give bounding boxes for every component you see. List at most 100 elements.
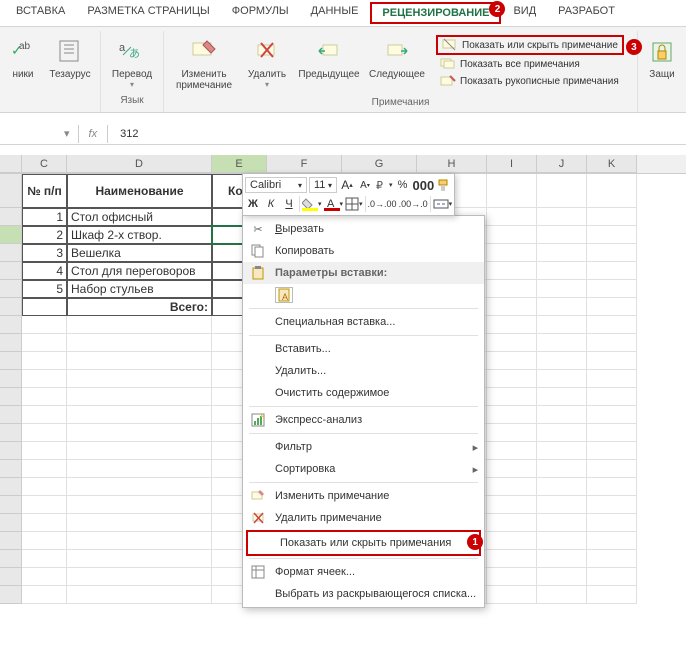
- cell-empty[interactable]: [67, 316, 212, 334]
- row-header-empty[interactable]: [0, 442, 22, 460]
- mini-percent[interactable]: %: [395, 176, 411, 194]
- cell-empty[interactable]: [487, 586, 537, 604]
- cell-d5[interactable]: Стол для переговоров: [67, 262, 212, 280]
- mini-thousands[interactable]: 000: [413, 176, 435, 194]
- show-hide-comment-button[interactable]: Показать или скрыть примечание: [436, 35, 624, 55]
- header-num[interactable]: № п/п: [22, 174, 67, 208]
- cell-empty[interactable]: [487, 514, 537, 532]
- row-header-empty[interactable]: [0, 514, 22, 532]
- cell-empty[interactable]: [587, 352, 637, 370]
- ctx-clear[interactable]: Очистить содержимое: [243, 382, 484, 404]
- cell-empty[interactable]: [22, 406, 67, 424]
- col-header-e[interactable]: E: [212, 155, 267, 173]
- cell-d6[interactable]: Набор стульев: [67, 280, 212, 298]
- tab-view[interactable]: ВИД: [503, 2, 546, 24]
- cell-empty[interactable]: [587, 586, 637, 604]
- row-header-empty[interactable]: [0, 370, 22, 388]
- cell-empty[interactable]: [67, 370, 212, 388]
- cell-empty[interactable]: [587, 568, 637, 586]
- row-header-1[interactable]: [0, 174, 22, 208]
- cell-empty[interactable]: [537, 442, 587, 460]
- cell-empty[interactable]: [537, 316, 587, 334]
- cell-empty[interactable]: [67, 586, 212, 604]
- cell-empty[interactable]: [67, 442, 212, 460]
- cell-empty[interactable]: [487, 388, 537, 406]
- cell-empty[interactable]: [587, 532, 637, 550]
- header-name[interactable]: Наименование: [67, 174, 212, 208]
- mini-size-combo[interactable]: 11▾: [309, 177, 337, 193]
- cell-empty[interactable]: [537, 550, 587, 568]
- cell-empty[interactable]: [22, 442, 67, 460]
- cell-empty[interactable]: [67, 460, 212, 478]
- show-ink-button[interactable]: Показать рукописные примечания: [436, 73, 624, 89]
- tab-formulas[interactable]: ФОРМУЛЫ: [222, 2, 299, 24]
- cell-empty[interactable]: [487, 568, 537, 586]
- cell-empty[interactable]: [487, 532, 537, 550]
- mini-underline[interactable]: Ч: [281, 195, 297, 213]
- cell-empty[interactable]: [67, 424, 212, 442]
- row-header-empty[interactable]: [0, 478, 22, 496]
- cell-empty[interactable]: [587, 478, 637, 496]
- cell-d2[interactable]: Стол офисный: [67, 208, 212, 226]
- mini-grow-font[interactable]: A▴: [339, 176, 355, 194]
- col-header-g[interactable]: G: [342, 155, 417, 173]
- mini-merge[interactable]: ▾: [433, 195, 453, 213]
- tab-insert[interactable]: ВСТАВКА: [6, 2, 75, 24]
- row-header-empty[interactable]: [0, 388, 22, 406]
- cell-empty[interactable]: [487, 316, 537, 334]
- cell-empty[interactable]: [587, 406, 637, 424]
- cell-empty[interactable]: [67, 406, 212, 424]
- fx-button[interactable]: fx: [83, 128, 104, 140]
- mini-font-combo[interactable]: Calibri▾: [245, 177, 307, 193]
- cell-empty[interactable]: [22, 568, 67, 586]
- row-header-empty[interactable]: [0, 496, 22, 514]
- col-header-k[interactable]: K: [587, 155, 637, 173]
- cell-empty[interactable]: [22, 550, 67, 568]
- spellcheck-button[interactable]: ✓ab ники: [6, 33, 40, 82]
- cell-empty[interactable]: [67, 352, 212, 370]
- row-header-7[interactable]: [0, 298, 22, 316]
- cell-empty[interactable]: [537, 352, 587, 370]
- col-header-h[interactable]: H: [417, 155, 487, 173]
- cell-empty[interactable]: [67, 496, 212, 514]
- cell-empty[interactable]: [22, 514, 67, 532]
- mini-bold[interactable]: Ж: [245, 195, 261, 213]
- col-header-d[interactable]: D: [67, 155, 212, 173]
- mini-borders[interactable]: ▾: [345, 195, 363, 213]
- previous-comment-button[interactable]: Предыдущее: [296, 33, 362, 93]
- cell-empty[interactable]: [537, 514, 587, 532]
- row-header-5[interactable]: [0, 262, 22, 280]
- cell-empty[interactable]: [537, 334, 587, 352]
- cell-empty[interactable]: [587, 316, 637, 334]
- cell-empty[interactable]: [487, 550, 537, 568]
- cell-empty[interactable]: [537, 460, 587, 478]
- cell-empty[interactable]: [587, 424, 637, 442]
- cell-empty[interactable]: [22, 496, 67, 514]
- cell-empty[interactable]: [22, 370, 67, 388]
- mini-italic[interactable]: К: [263, 195, 279, 213]
- cell-d7-total[interactable]: Всего:: [67, 298, 212, 316]
- cell-empty[interactable]: [67, 568, 212, 586]
- cell-c6[interactable]: 5: [22, 280, 67, 298]
- cell-c4[interactable]: 3: [22, 244, 67, 262]
- cell-empty[interactable]: [537, 424, 587, 442]
- cell-empty[interactable]: [537, 370, 587, 388]
- mini-dec-decimal[interactable]: .00→.0: [399, 195, 428, 213]
- cell-empty[interactable]: [487, 406, 537, 424]
- ctx-delete-comment[interactable]: Удалить примечание: [243, 507, 484, 529]
- namebox-dropdown[interactable]: ▾: [60, 127, 74, 140]
- cell-empty[interactable]: [537, 586, 587, 604]
- next-comment-button[interactable]: Следующее: [366, 33, 428, 93]
- cell-empty[interactable]: [22, 532, 67, 550]
- cell-empty[interactable]: [537, 406, 587, 424]
- cell-empty[interactable]: [67, 478, 212, 496]
- cell-empty[interactable]: [587, 442, 637, 460]
- col-header-c[interactable]: C: [22, 155, 67, 173]
- ctx-delete[interactable]: Удалить...: [243, 360, 484, 382]
- row-header-2[interactable]: [0, 208, 22, 226]
- row-header-empty[interactable]: [0, 334, 22, 352]
- row-header-empty[interactable]: [0, 586, 22, 604]
- cell-empty[interactable]: [537, 568, 587, 586]
- cell-empty[interactable]: [587, 334, 637, 352]
- cell-empty[interactable]: [587, 370, 637, 388]
